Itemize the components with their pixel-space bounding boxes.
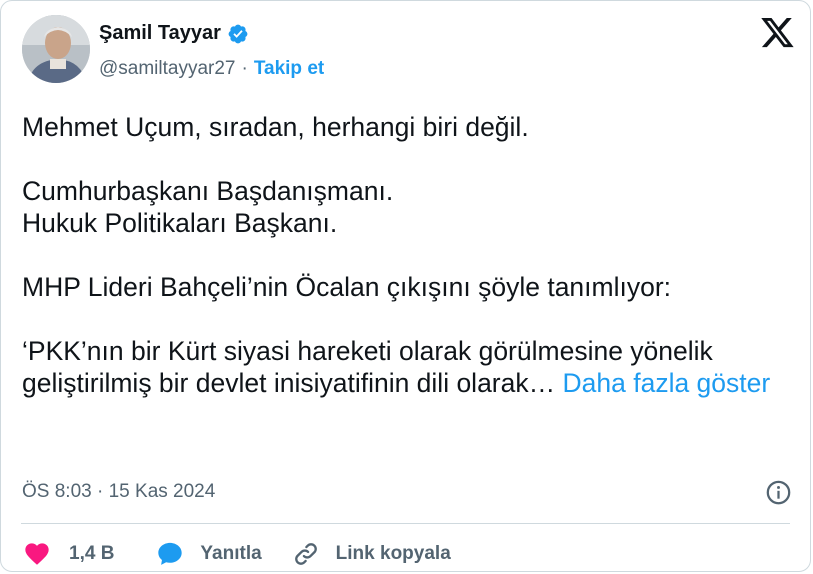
action-bar: 1,4 B Yanıtla Link kopyala xyxy=(23,537,451,571)
tweet-line: Mehmet Uçum, sıradan, herhangi biri deği… xyxy=(22,112,529,142)
avatar-photo xyxy=(22,15,90,83)
author-name-row[interactable]: Şamil Tayyar xyxy=(99,22,249,45)
x-logo-icon[interactable] xyxy=(761,18,795,49)
tweet-time[interactable]: ÖS 8:03 xyxy=(22,481,92,502)
separator-dot: · xyxy=(241,58,248,79)
info-icon[interactable] xyxy=(765,479,792,506)
tweet-text: Mehmet Uçum, sıradan, herhangi biri deği… xyxy=(22,111,797,399)
tweet-card: Şamil Tayyar @samiltayyar27 · Takip et M… xyxy=(0,0,811,572)
like-count: 1,4 B xyxy=(69,543,115,564)
follow-button[interactable]: Takip et xyxy=(254,58,324,80)
link-icon xyxy=(294,543,317,565)
author-handle[interactable]: @samiltayyar27 xyxy=(99,58,236,80)
tweet-line: ‘PKK’nın bir Kürt siyasi hareketi olarak… xyxy=(22,335,797,399)
copy-link-label: Link kopyala xyxy=(335,543,451,564)
copy-link-button[interactable]: Link kopyala xyxy=(292,540,451,568)
heart-icon xyxy=(25,543,49,565)
tweet-date[interactable]: 15 Kas 2024 xyxy=(109,481,216,502)
handle-row: @samiltayyar27 · Takip et xyxy=(99,58,324,80)
reply-button[interactable]: Yanıtla xyxy=(156,540,262,568)
separator-dot: · xyxy=(97,481,104,502)
like-button[interactable]: 1,4 B xyxy=(23,540,114,568)
reply-label: Yanıtla xyxy=(200,543,262,564)
tweet-timestamp[interactable]: ÖS 8:03 · 15 Kas 2024 xyxy=(22,481,215,503)
divider xyxy=(21,523,790,524)
speech-bubble-icon xyxy=(158,542,183,565)
tweet-line: Cumhurbaşkanı Başdanışmanı. xyxy=(22,176,394,206)
tweet-line: MHP Lideri Bahçeli’nin Öcalan çıkışını ş… xyxy=(22,272,672,302)
author-name[interactable]: Şamil Tayyar xyxy=(99,22,221,45)
verified-badge-icon xyxy=(228,24,248,43)
show-more-link[interactable]: Daha fazla göster xyxy=(563,368,771,398)
tweet-line: Hukuk Politikaları Başkanı. xyxy=(22,208,338,238)
avatar[interactable] xyxy=(22,15,90,83)
